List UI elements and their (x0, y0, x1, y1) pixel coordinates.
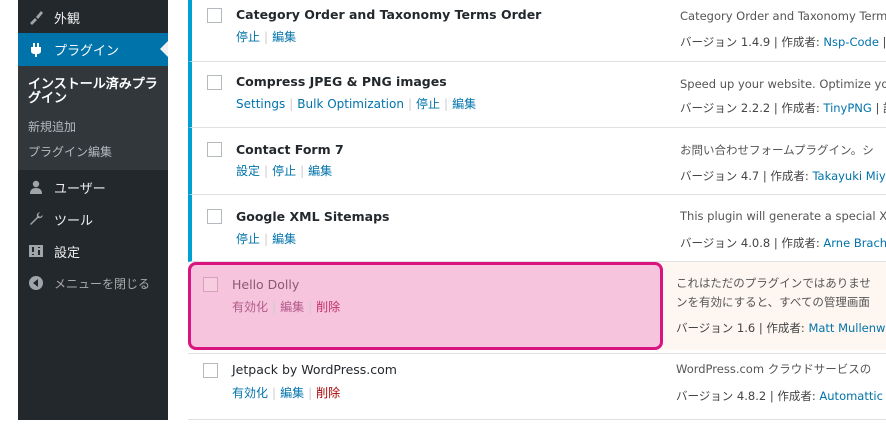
plugin-actions: 停止 | 編集 (236, 30, 297, 44)
plugin-name: Google XML Sitemaps (236, 209, 390, 224)
admin-sidebar: 外観 プラグイン インストール済みプラグイン 新規追加 プラグイン編集 ユーザー… (18, 0, 168, 420)
plugin-description: This plugin will generate a special XML (680, 209, 886, 223)
collapse-arrow-icon (26, 273, 46, 293)
wp-admin-screen: 外観 プラグイン インストール済みプラグイン 新規追加 プラグイン編集 ユーザー… (0, 0, 886, 428)
deactivate-link[interactable]: 停止 (236, 30, 260, 44)
plugin-row: Category Order and Taxonomy Terms Order … (188, 0, 886, 62)
left-gutter (0, 0, 18, 428)
author-link[interactable]: TinyPNG (823, 101, 871, 115)
plugins-list: Category Order and Taxonomy Terms Order … (188, 0, 886, 428)
plugin-row: Compress JPEG & PNG images Settings | Bulk… (188, 62, 886, 128)
author-link[interactable]: Takayuki Miyos (812, 169, 886, 183)
plugin-row: Hello Dolly 有効化 | 編集 | 削除 これはただのプラグインではありませ … (188, 262, 886, 354)
details-text: | 詳 (875, 101, 886, 115)
plugin-meta: バージョン 4.8.2 | 作成者: Automattic | 詳 (676, 388, 886, 404)
submenu-add-new[interactable]: 新規追加 (28, 118, 76, 135)
plugin-description-line2: ンを有効にすると、すべての管理画面 (676, 295, 870, 309)
menu-users[interactable]: ユーザー (18, 174, 168, 200)
author-link[interactable]: Arne Brachho (823, 236, 886, 250)
details-text: | 詳 (882, 35, 886, 49)
edit-link[interactable]: 編集 (272, 232, 296, 246)
menu-settings[interactable]: 設定 (18, 238, 168, 264)
menu-tools-label: ツール (54, 213, 94, 229)
plugin-description: WordPress.com クラウドサービスの (676, 362, 872, 376)
collapse-menu-label: メニューを閉じる (54, 276, 151, 291)
edit-link[interactable]: 編集 (280, 386, 304, 400)
plugin-meta: バージョン 1.6 | 作成者: Matt Mullenwe (676, 320, 886, 336)
plugin-row: Google XML Sitemaps 停止 | 編集 This plugin wi… (188, 195, 886, 262)
edit-link[interactable]: 編集 (452, 97, 476, 111)
menu-appearance-label: 外観 (54, 11, 81, 27)
plugin-select-checkbox[interactable] (207, 8, 222, 23)
version-text: バージョン 2.2.2 | 作成者: (680, 101, 824, 115)
version-text: バージョン 4.7 | 作成者: (680, 169, 813, 183)
activate-link[interactable]: 有効化 (232, 386, 268, 400)
deactivate-link[interactable]: 停止 (272, 164, 296, 178)
plugin-select-checkbox[interactable] (207, 75, 222, 90)
version-text: バージョン 1.6 | 作成者: (676, 321, 809, 335)
submenu-plugin-editor[interactable]: プラグイン編集 (28, 143, 112, 160)
plugin-meta: バージョン 2.2.2 | 作成者: TinyPNG | 詳 (680, 100, 886, 116)
deactivate-link[interactable]: 停止 (416, 97, 440, 111)
plugin-name: Hello Dolly (232, 277, 300, 292)
version-text: バージョン 1.4.9 | 作成者: (680, 35, 824, 49)
plugin-select-checkbox[interactable] (207, 209, 222, 224)
author-link[interactable]: Nsp-Code (823, 35, 878, 49)
plugin-actions: 有効化 | 編集 | 削除 (232, 386, 341, 400)
plugin-row: Jetpack by WordPress.com 有効化 | 編集 | 削除 WordP… (188, 354, 886, 420)
plugin-description: Speed up your website. Optimize your (680, 77, 886, 91)
menu-plugins[interactable]: プラグイン (18, 33, 168, 66)
plugin-description: Category Order and Taxonomy Terms O (680, 9, 886, 23)
settings-link[interactable]: 設定 (236, 164, 260, 178)
plugin-row: Contact Form 7 設定 | 停止 | 編集 お問い合わせフォームプラグイン。… (188, 128, 886, 195)
plugin-name: Jetpack by WordPress.com (232, 362, 397, 377)
plugin-select-checkbox[interactable] (203, 277, 218, 292)
plugin-name: Compress JPEG & PNG images (236, 74, 447, 89)
menu-appearance[interactable]: 外観 (18, 4, 168, 30)
deactivate-link[interactable]: 停止 (236, 232, 260, 246)
plugin-meta: バージョン 1.4.9 | 作成者: Nsp-Code | 詳 (680, 34, 886, 50)
plugin-select-checkbox[interactable] (207, 142, 222, 157)
author-link[interactable]: Automattic (819, 389, 883, 403)
edit-link[interactable]: 編集 (272, 30, 296, 44)
plugin-actions: 停止 | 編集 (236, 232, 297, 246)
version-text: バージョン 4.0.8 | 作成者: (680, 236, 824, 250)
collapse-menu-button[interactable]: メニューを閉じる (18, 270, 168, 296)
plugin-icon (26, 40, 46, 60)
edit-link[interactable]: 編集 (280, 300, 304, 314)
delete-link[interactable]: 削除 (316, 386, 340, 400)
plugin-actions: 有効化 | 編集 | 削除 (232, 300, 341, 314)
plugin-meta: バージョン 4.0.8 | 作成者: Arne Brachho (680, 235, 886, 251)
menu-plugins-label: プラグイン (54, 44, 120, 59)
plugin-select-checkbox[interactable] (203, 363, 218, 378)
delete-link[interactable]: 削除 (316, 300, 340, 314)
plugin-actions: Settings | Bulk Optimization | 停止 | 編集 (236, 97, 477, 111)
bulk-optimization-link[interactable]: Bulk Optimization (297, 97, 404, 111)
edit-link[interactable]: 編集 (308, 164, 332, 178)
plugins-submenu: インストール済みプラグイン 新規追加 プラグイン編集 (18, 66, 168, 170)
author-link[interactable]: Matt Mullenwe (808, 321, 886, 335)
activate-link[interactable]: 有効化 (232, 300, 268, 314)
plugin-name: Category Order and Taxonomy Terms Order (236, 7, 542, 22)
settings-link[interactable]: Settings (236, 97, 285, 111)
version-text: バージョン 4.8.2 | 作成者: (676, 389, 820, 403)
submenu-installed-plugins[interactable]: インストール済みプラグイン (28, 78, 163, 106)
menu-users-label: ユーザー (54, 181, 106, 197)
plugin-name: Contact Form 7 (236, 142, 344, 157)
plugin-meta: バージョン 4.7 | 作成者: Takayuki Miyos (680, 168, 886, 184)
paintbrush-icon (26, 7, 46, 27)
menu-settings-label: 設定 (54, 245, 81, 261)
settings-sliders-icon (26, 241, 46, 261)
plugin-description: お問い合わせフォームプラグイン。シ (680, 143, 874, 157)
menu-tools[interactable]: ツール (18, 206, 168, 232)
wrench-icon (26, 209, 46, 229)
plugin-description: これはただのプラグインではありませ (676, 276, 871, 290)
plugin-actions: 設定 | 停止 | 編集 (236, 164, 333, 178)
user-icon (26, 177, 46, 197)
